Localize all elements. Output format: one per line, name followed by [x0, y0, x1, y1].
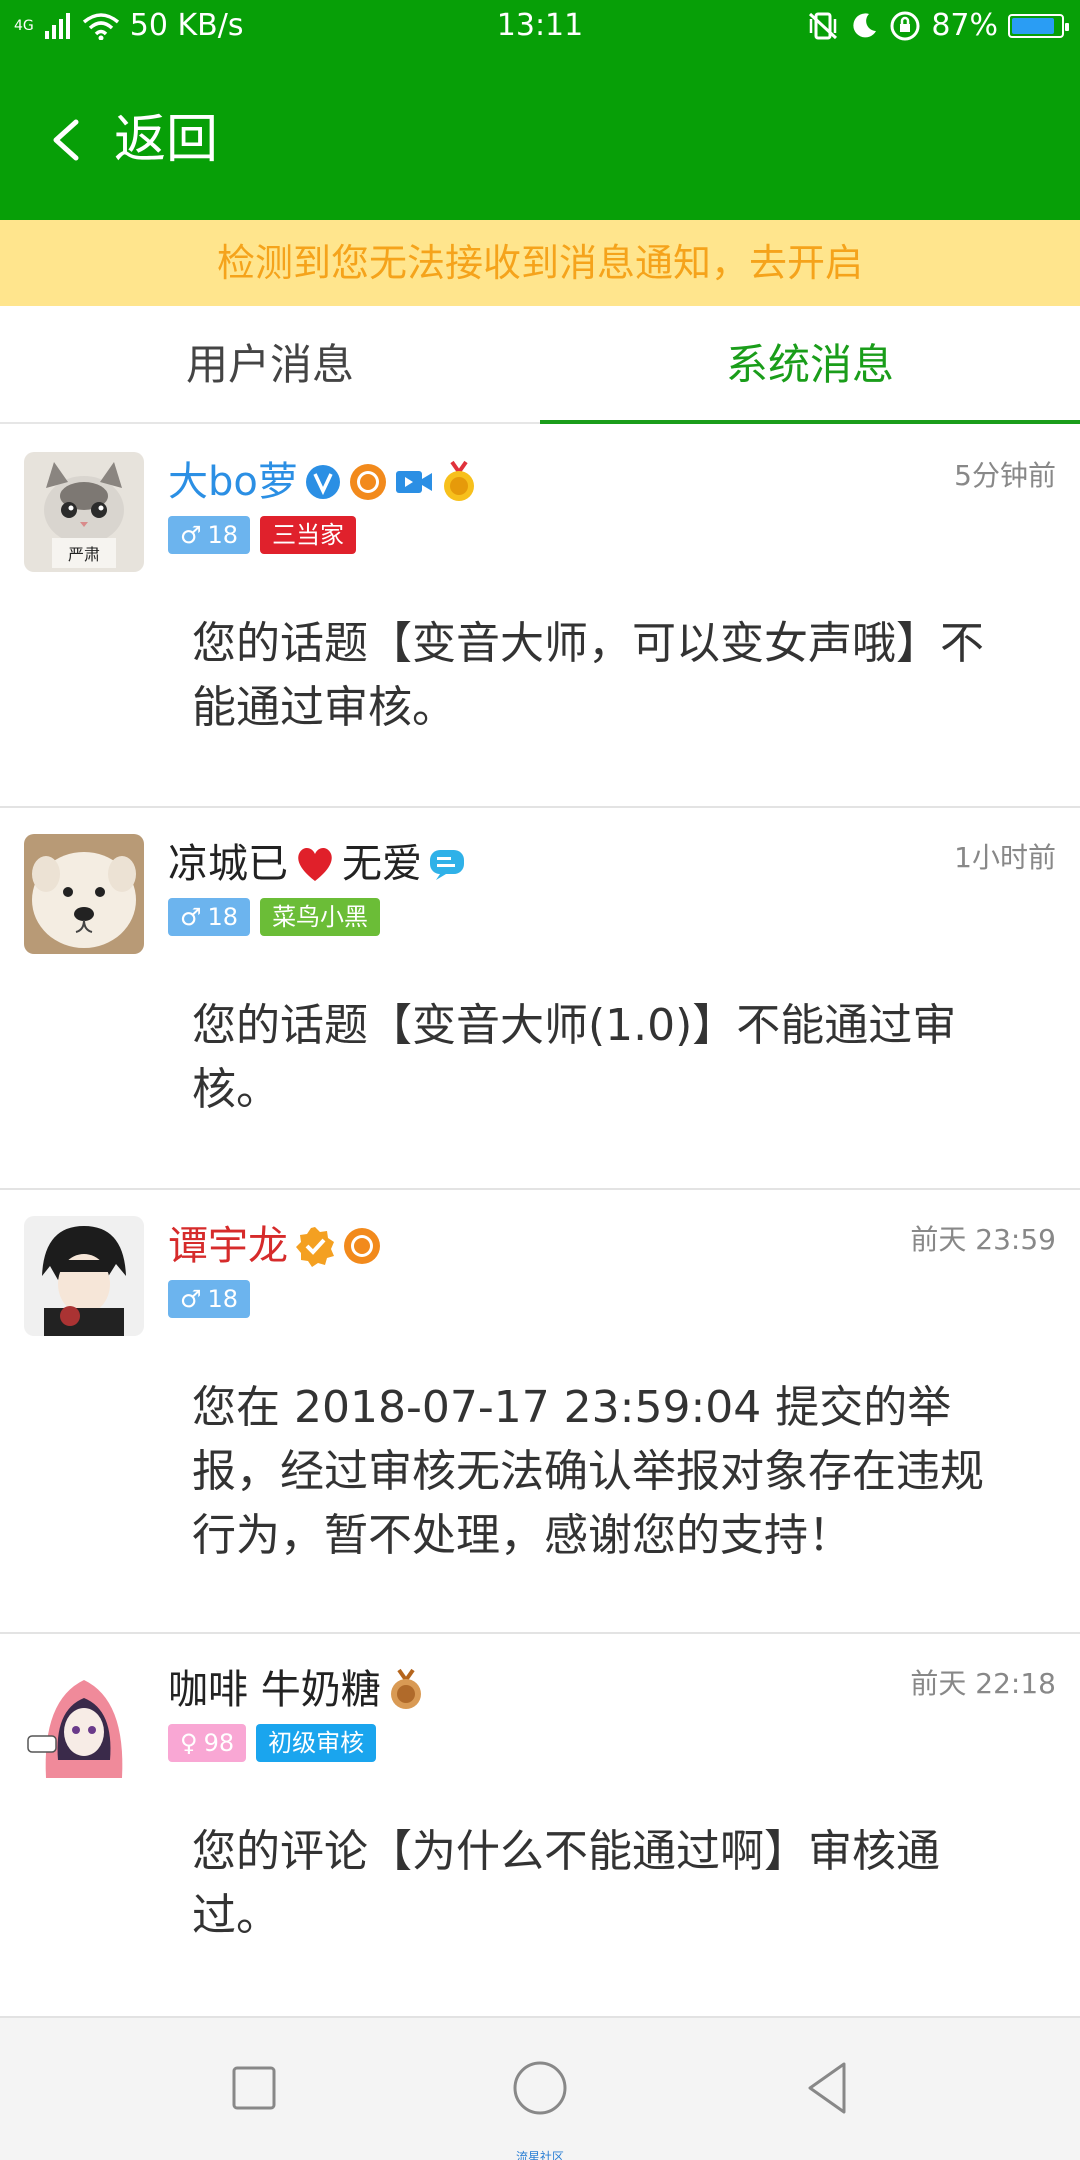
message-content: 您的评论【为什么不能通过啊】审核通过。: [192, 1826, 940, 1941]
notification-permission-banner[interactable]: 检测到您无法接收到消息通知，去开启: [0, 220, 1080, 306]
app-bar: 返回: [0, 56, 1080, 220]
role-badge: 初级审核: [256, 1724, 377, 1762]
female-icon: ♀: [180, 1729, 198, 1757]
status-bar: 4G 50 KB/s 13:11 87%: [0, 0, 1080, 56]
username[interactable]: 谭宇龙: [168, 1220, 382, 1272]
gender-age-badge: ♂ 18: [168, 516, 251, 554]
tab-system-messages[interactable]: 系统消息: [540, 306, 1080, 424]
age-text: 18: [207, 521, 239, 549]
user-badges: ♂ 18: [168, 1280, 251, 1318]
verified-v-icon: [305, 465, 340, 499]
avatar[interactable]: 严肃: [24, 452, 144, 572]
user-badges: ♂ 18 三当家: [168, 516, 357, 554]
back-button[interactable]: 返回: [114, 108, 218, 172]
avatar[interactable]: [24, 1216, 144, 1336]
male-icon: ♂: [180, 1285, 202, 1313]
username-text[interactable]: 咖啡 牛奶糖: [168, 1664, 381, 1716]
recents-square-icon[interactable]: [222, 2056, 286, 2120]
message-item[interactable]: 严肃 大bo萝 5分钟前 ♂ 18 三当家 您的话题【变音大师，可以变女声哦】不能…: [0, 426, 1080, 808]
battery-icon: [1008, 13, 1069, 38]
avatar[interactable]: [24, 1660, 144, 1780]
level-medal-icon: [344, 1228, 380, 1264]
message-time: 5分钟前: [954, 459, 1056, 492]
message-content: 您的话题【变音大师，可以变女声哦】不能通过审核。: [192, 618, 984, 733]
heart-icon: [298, 848, 332, 881]
back-triangle-icon[interactable]: [796, 2056, 860, 2120]
system-navigation-bar: 流星社区: [0, 2016, 1080, 2160]
username-text-part1[interactable]: 凉城已: [168, 838, 288, 890]
age-text: 18: [207, 1285, 239, 1313]
message-item[interactable]: 凉城已 无爱 1小时前 ♂ 18 菜鸟小黑 您的话题【变音大师(1.0)】不能通过…: [0, 808, 1080, 1190]
message-tabs: 用户消息 系统消息: [0, 306, 1080, 424]
message-item[interactable]: 谭宇龙 前天 23:59 ♂ 18 您在 2018-07-17 23:59:04 …: [0, 1190, 1080, 1634]
anime-boy-avatar-image: [24, 1216, 144, 1336]
gender-age-badge: ♂ 18: [168, 898, 251, 936]
verified-badge-icon: [296, 1227, 334, 1267]
battery-percent: 87%: [931, 8, 998, 43]
active-tab-indicator: [540, 420, 1080, 424]
username[interactable]: 凉城已 无爱: [168, 838, 468, 890]
user-badges: ♂ 18 菜鸟小黑: [168, 898, 381, 936]
gender-age-badge: ♂ 18: [168, 1280, 251, 1318]
cat-avatar-image: 严肃: [24, 452, 144, 572]
video-icon: [395, 471, 432, 493]
male-icon: ♂: [180, 903, 202, 931]
age-text: 18: [207, 903, 239, 931]
role-badge: 三当家: [260, 516, 357, 554]
bronze-medal-icon: [390, 1668, 421, 1709]
role-badge: 菜鸟小黑: [260, 898, 381, 936]
gold-medal-icon: [443, 460, 474, 501]
message-item[interactable]: 咖啡 牛奶糖 前天 22:18 ♀ 98 初级审核 您的评论【为什么不能通过啊】审…: [0, 1634, 1080, 2016]
username-text-part2[interactable]: 无爱: [342, 838, 422, 890]
status-right: 87%: [807, 8, 1069, 43]
watermark-caption: 流星社区: [515, 2150, 564, 2160]
avatar[interactable]: [24, 834, 144, 954]
username[interactable]: 大bo萝: [168, 456, 478, 508]
battery-fill: [1012, 17, 1054, 34]
username-text[interactable]: 谭宇龙: [168, 1220, 288, 1272]
age-text: 98: [203, 1729, 235, 1757]
message-time: 前天 22:18: [910, 1667, 1056, 1700]
back-arrow-icon[interactable]: [46, 118, 90, 162]
dog-avatar-image: [24, 834, 144, 954]
user-badges: ♀ 98 初级审核: [168, 1724, 377, 1762]
message-time: 1小时前: [954, 841, 1056, 874]
vibrate-off-icon: [809, 12, 838, 39]
message-content: 您在 2018-07-17 23:59:04 提交的举报，经过审核无法确认举报对…: [192, 1382, 984, 1561]
chat-bubble-icon: [430, 850, 464, 880]
tab-user-messages[interactable]: 用户消息: [0, 306, 540, 424]
message-time: 前天 23:59: [910, 1223, 1056, 1256]
gender-age-badge: ♀ 98: [168, 1724, 247, 1762]
home-circle-icon[interactable]: [508, 2056, 572, 2120]
anime-girl-avatar-image: [24, 1660, 144, 1780]
level-medal-icon: [349, 464, 386, 500]
avatar-sign-text: 严肃: [68, 545, 100, 564]
username[interactable]: 咖啡 牛奶糖: [168, 1664, 425, 1716]
username-text[interactable]: 大bo萝: [168, 456, 298, 508]
message-content: 您的话题【变音大师(1.0)】不能通过审核。: [192, 1000, 957, 1115]
rotation-lock-icon: [890, 11, 920, 40]
male-icon: ♂: [180, 521, 202, 549]
moon-icon: [853, 12, 877, 37]
